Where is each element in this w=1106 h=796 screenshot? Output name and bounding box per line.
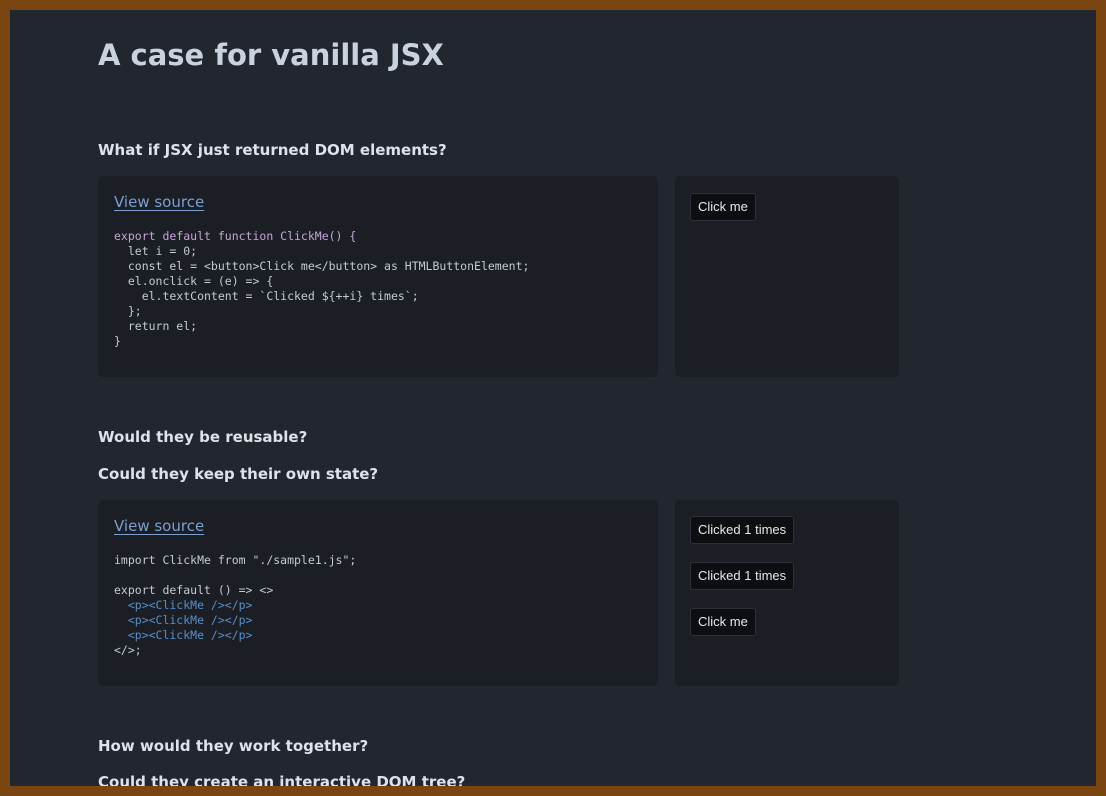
code-card-example-2: View source import ClickMe from "./sampl… xyxy=(98,500,658,686)
code-card-example-1: View source export default function Clic… xyxy=(98,176,658,377)
code-line: </>; xyxy=(114,643,142,657)
code-line: let i = 0; xyxy=(114,244,198,258)
code-line: return el; xyxy=(114,319,198,333)
code-block: export default function ClickMe() { let … xyxy=(114,229,529,349)
code-line: const el = <button>Click me</button> as … xyxy=(114,259,530,273)
view-source-link[interactable]: View source xyxy=(114,193,204,211)
section-heading-together: How would they work together? xyxy=(98,737,369,755)
section-heading-dom-elements: What if JSX just returned DOM elements? xyxy=(98,141,447,159)
code-line: <p><ClickMe /></p> xyxy=(114,598,253,612)
page-frame: A case for vanilla JSX What if JSX just … xyxy=(10,10,1096,786)
code-line: } xyxy=(114,334,121,348)
code-block: import ClickMe from "./sample1.js"; expo… xyxy=(114,553,356,658)
page-title: A case for vanilla JSX xyxy=(98,38,444,72)
click-me-button[interactable]: Clicked 1 times xyxy=(690,516,795,544)
code-line: }; xyxy=(114,304,142,318)
section-heading-dom-tree: Could they create an interactive DOM tre… xyxy=(98,773,466,786)
section-heading-state: Could they keep their own state? xyxy=(98,465,379,483)
view-source-link[interactable]: View source xyxy=(114,517,204,535)
code-line: el.textContent = `Clicked ${++i} times`; xyxy=(114,289,419,303)
demo-card-example-2: Clicked 1 times Clicked 1 times Click me xyxy=(675,500,899,686)
code-line: <p><ClickMe /></p> xyxy=(114,628,253,642)
click-me-button[interactable]: Clicked 1 times xyxy=(690,562,795,590)
code-line: el.onclick = (e) => { xyxy=(114,274,274,288)
click-me-button[interactable]: Click me xyxy=(690,193,756,221)
code-line: <p><ClickMe /></p> xyxy=(114,613,253,627)
section-heading-reusable: Would they be reusable? xyxy=(98,428,308,446)
code-token: export default function ClickMe() { xyxy=(114,229,357,243)
click-me-button[interactable]: Click me xyxy=(690,608,756,636)
code-line: export default () => <> xyxy=(114,583,274,597)
demo-card-example-1: Click me xyxy=(675,176,899,377)
code-line: import ClickMe from "./sample1.js"; xyxy=(114,553,357,567)
